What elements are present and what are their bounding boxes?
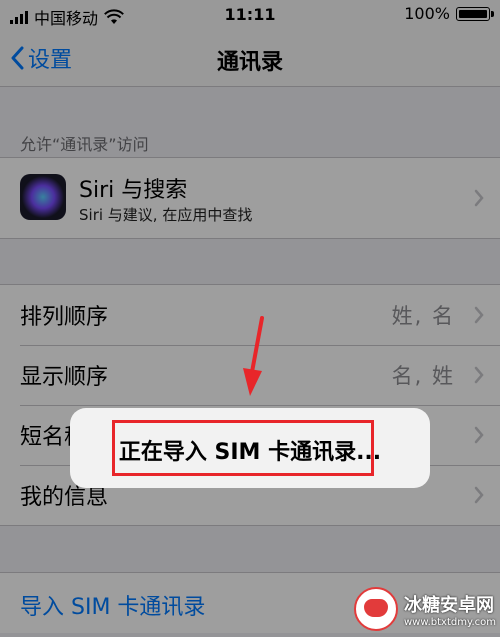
watermark-url: www.btxtdmy.com [403,616,496,628]
watermark-text-group: 冰糖安卓网 www.btxtdmy.com [404,591,496,628]
highlight-box [112,420,374,476]
watermark: 冰糖安卓网 www.btxtdmy.com [353,587,496,631]
annotation-arrow [243,316,264,396]
watermark-logo-icon [353,587,398,631]
watermark-name: 冰糖安卓网 [403,594,494,616]
